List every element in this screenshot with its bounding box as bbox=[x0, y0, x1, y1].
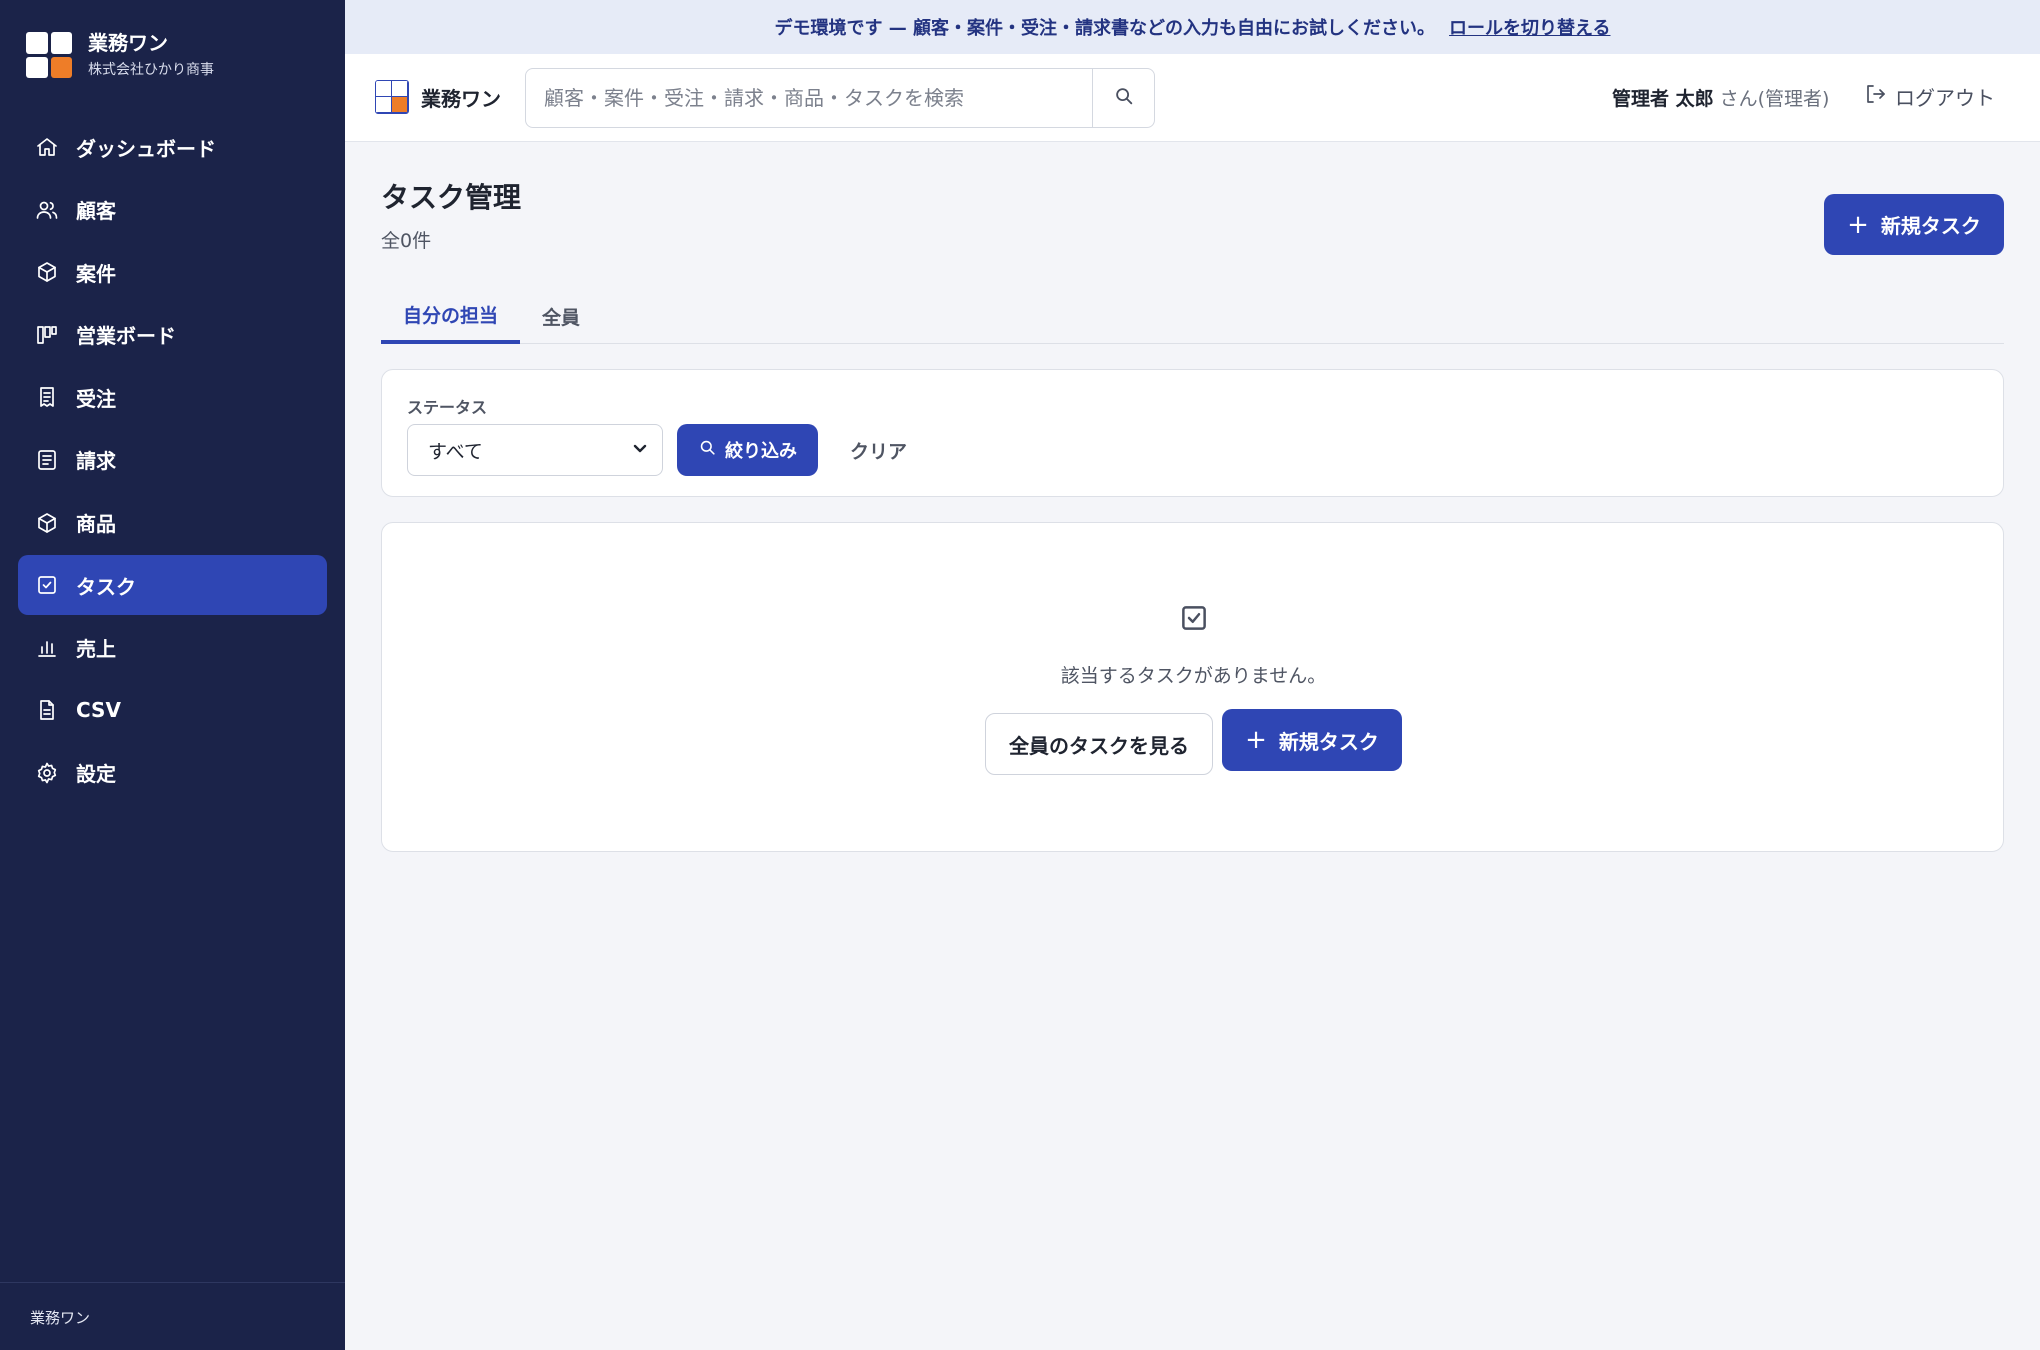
sidebar-item-sales-board[interactable]: 営業ボード bbox=[18, 305, 327, 365]
app-logo bbox=[26, 32, 72, 78]
filter-panel: ステータス すべて 絞り込み クリア bbox=[381, 369, 2004, 497]
page-title: タスク管理 bbox=[381, 181, 522, 214]
see-all-tasks-label: 全員のタスクを見る bbox=[1009, 735, 1189, 758]
demo-banner-text: デモ環境です — 顧客・案件・受注・請求書などの入力も自由にお試しください。 bbox=[774, 18, 1436, 39]
sidebar-item-tasks[interactable]: タスク bbox=[18, 555, 327, 616]
sidebar-brand[interactable]: 業務ワン 株式会社ひかり商事 bbox=[26, 30, 214, 80]
new-task-label: 新規タスク bbox=[1278, 729, 1379, 754]
kanban-icon bbox=[34, 322, 60, 348]
chevron-down-icon bbox=[632, 439, 648, 461]
sidebar: 業務ワン 株式会社ひかり商事 ダッシュボード 顧客 案件 営業ボード 受注 請求 bbox=[0, 0, 345, 1350]
sidebar-item-label: 売上 bbox=[76, 637, 116, 662]
sidebar-item-customers[interactable]: 顧客 bbox=[18, 180, 327, 240]
top-header: 業務ワン 管理者 太郎 さん(管理者) ログアウト bbox=[345, 54, 2040, 142]
status-select[interactable]: すべて bbox=[407, 424, 663, 476]
file-icon bbox=[34, 697, 60, 723]
sidebar-item-settings[interactable]: 設定 bbox=[18, 743, 327, 803]
search-button[interactable] bbox=[1092, 69, 1154, 127]
new-task-button[interactable]: + 新規タスク bbox=[1824, 194, 2004, 255]
user-name: 管理者 太郎 bbox=[1612, 88, 1714, 110]
status-select-value: すべて bbox=[428, 440, 483, 463]
app-logo bbox=[375, 80, 409, 114]
company-name: 株式会社ひかり商事 bbox=[88, 62, 214, 78]
clear-button[interactable]: クリア bbox=[850, 424, 907, 476]
search-input[interactable] bbox=[526, 69, 1092, 127]
user-role: さん(管理者) bbox=[1719, 88, 1830, 110]
global-search bbox=[525, 68, 1155, 128]
home-icon bbox=[34, 134, 60, 160]
logout-button[interactable]: ログアウト bbox=[1863, 82, 1995, 111]
tab-all[interactable]: 全員 bbox=[520, 288, 602, 344]
sidebar-item-dashboard[interactable]: ダッシュボード bbox=[18, 117, 327, 177]
plus-icon: + bbox=[1847, 209, 1869, 240]
demo-banner: デモ環境です — 顧客・案件・受注・請求書などの入力も自由にお試しください。 ロ… bbox=[345, 0, 2040, 54]
sidebar-footer: 業務ワン bbox=[0, 1282, 345, 1328]
empty-new-task-button[interactable]: + 新規タスク bbox=[1222, 709, 1402, 771]
search-icon bbox=[1113, 85, 1135, 111]
search-icon bbox=[698, 438, 725, 462]
sidebar-item-label: CSV bbox=[76, 698, 121, 723]
checkbox-icon bbox=[1179, 603, 1209, 633]
switch-role-link[interactable]: ロールを切り替える bbox=[1449, 14, 1610, 40]
plus-icon: + bbox=[1245, 725, 1267, 755]
sidebar-item-label: 顧客 bbox=[76, 199, 116, 224]
empty-state: 該当するタスクがありません。 全員のタスクを見る + 新規タスク bbox=[381, 522, 2004, 852]
package-icon bbox=[34, 510, 60, 536]
sidebar-item-label: 受注 bbox=[76, 386, 116, 411]
sidebar-nav: ダッシュボード 顧客 案件 営業ボード 受注 請求 商品 タスク 売上 CSV … bbox=[18, 117, 327, 806]
status-label: ステータス bbox=[407, 398, 488, 417]
task-tabs: 自分の担当 全員 bbox=[381, 288, 2004, 344]
filter-button[interactable]: 絞り込み bbox=[677, 424, 818, 476]
task-count: 全0件 bbox=[381, 230, 432, 252]
gear-icon bbox=[34, 760, 60, 786]
sidebar-item-label: 請求 bbox=[76, 449, 116, 474]
sidebar-item-label: 案件 bbox=[76, 261, 116, 286]
logout-label: ログアウト bbox=[1895, 86, 1995, 110]
empty-message: 該当するタスクがありません。 bbox=[1060, 665, 1327, 687]
sidebar-item-sales[interactable]: 売上 bbox=[18, 618, 327, 678]
current-user: 管理者 太郎 さん(管理者) bbox=[1612, 84, 1829, 111]
receipt-icon bbox=[34, 384, 60, 410]
sidebar-item-label: 営業ボード bbox=[76, 324, 176, 349]
sidebar-item-products[interactable]: 商品 bbox=[18, 493, 327, 553]
see-all-tasks-button[interactable]: 全員のタスクを見る bbox=[985, 713, 1213, 775]
bar-chart-icon bbox=[34, 635, 60, 661]
box-icon bbox=[34, 259, 60, 285]
new-task-label: 新規タスク bbox=[1880, 214, 1981, 238]
sidebar-item-label: 設定 bbox=[76, 762, 116, 787]
sidebar-item-label: ダッシュボード bbox=[76, 136, 216, 161]
sidebar-item-orders[interactable]: 受注 bbox=[18, 367, 327, 427]
checkbox-icon bbox=[34, 572, 60, 598]
sidebar-item-label: タスク bbox=[76, 574, 136, 599]
users-icon bbox=[34, 197, 60, 223]
header-brand-name: 業務ワン bbox=[421, 86, 501, 111]
filter-button-label: 絞り込み bbox=[725, 441, 797, 462]
document-icon bbox=[34, 447, 60, 473]
logout-icon bbox=[1863, 82, 1895, 111]
header-brand[interactable]: 業務ワン bbox=[375, 80, 501, 114]
brand-name: 業務ワン bbox=[88, 31, 168, 55]
tab-mine[interactable]: 自分の担当 bbox=[381, 288, 521, 344]
sidebar-item-invoices[interactable]: 請求 bbox=[18, 430, 327, 490]
sidebar-item-deals[interactable]: 案件 bbox=[18, 242, 327, 302]
sidebar-item-label: 商品 bbox=[76, 512, 116, 537]
sidebar-item-csv[interactable]: CSV bbox=[18, 680, 327, 740]
